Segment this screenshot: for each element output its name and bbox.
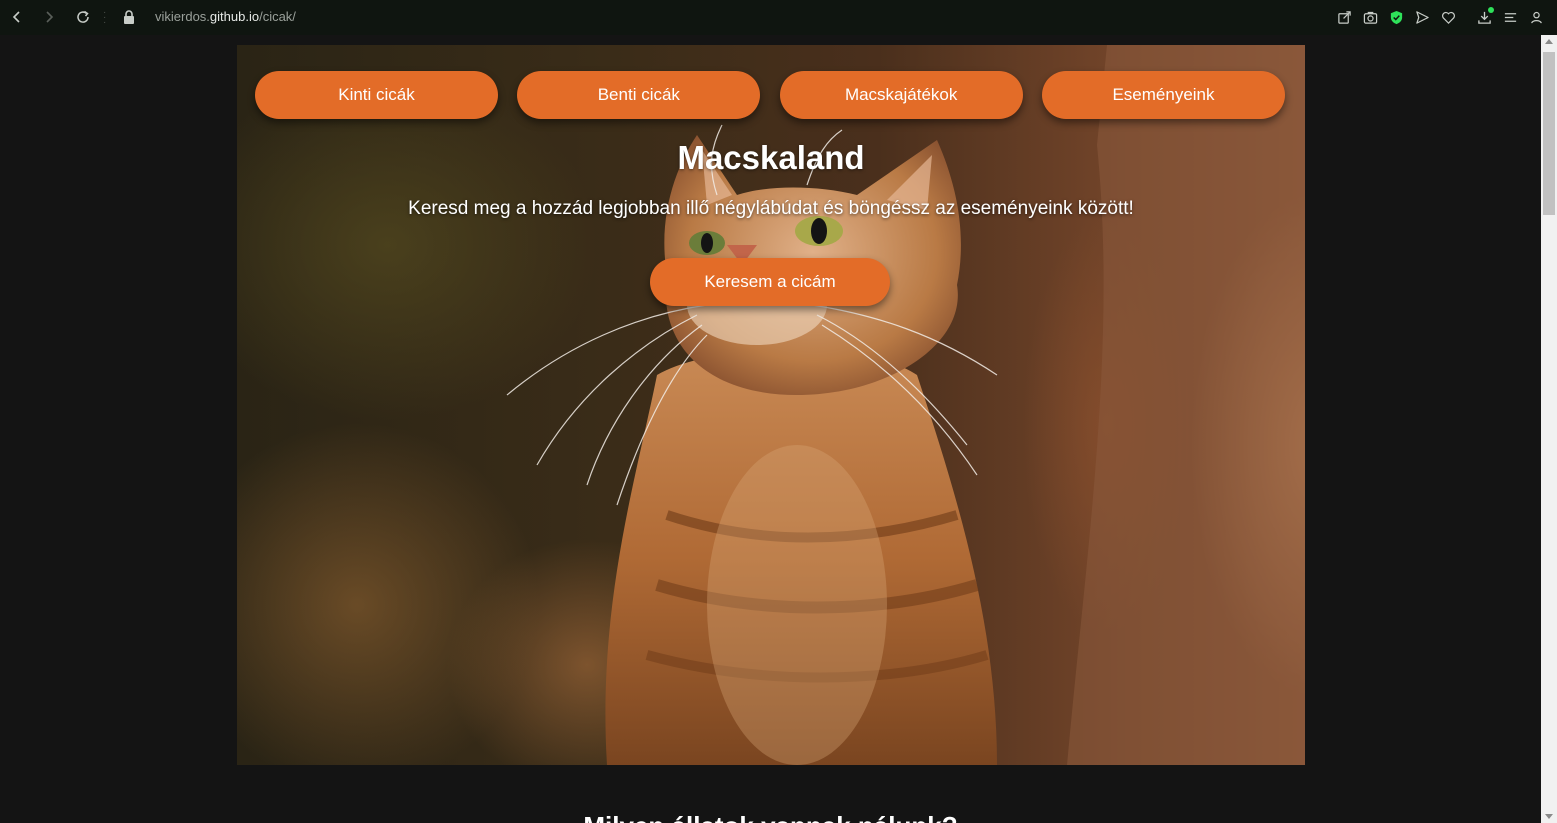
scrollbar[interactable]: [1541, 35, 1557, 823]
camera-icon[interactable]: [1357, 5, 1383, 31]
send-icon[interactable]: [1409, 5, 1435, 31]
separator: · · ·: [103, 7, 107, 28]
main-nav: Kinti cicák Benti cicák Macskajátékok Es…: [255, 71, 1285, 119]
scroll-up-icon[interactable]: [1545, 39, 1553, 44]
download-badge: [1488, 6, 1494, 13]
find-my-cat-button[interactable]: Keresem a cicám: [650, 258, 890, 306]
nav-button-macskajatekok[interactable]: Macskajátékok: [779, 71, 1023, 119]
address-bar[interactable]: vikierdos.github.io/cicak/: [155, 9, 296, 24]
lock-icon[interactable]: [122, 9, 136, 25]
share-icon[interactable]: [1331, 5, 1357, 31]
heart-icon[interactable]: [1435, 5, 1461, 31]
toolbar-actions: [1331, 0, 1549, 35]
section-heading: Milyen állatok vannak nálunk?: [0, 811, 1541, 823]
chevron-right-icon: [46, 11, 54, 23]
url-domain: github.io: [209, 9, 260, 24]
browser-toolbar: · · · vikierdos.github.io/cicak/: [0, 0, 1557, 35]
scroll-down-icon[interactable]: [1545, 814, 1553, 819]
profile-icon[interactable]: [1523, 5, 1549, 31]
url-prefix: vikierdos.: [155, 9, 210, 24]
hero-section: Kinti cicák Benti cicák Macskajátékok Es…: [237, 45, 1305, 765]
shield-icon[interactable]: [1383, 5, 1409, 31]
reload-icon: [77, 10, 89, 23]
page-content: Kinti cicák Benti cicák Macskajátékok Es…: [0, 35, 1541, 823]
back-button[interactable]: [2, 2, 32, 32]
menu-icon[interactable]: [1497, 5, 1523, 31]
scrollbar-thumb[interactable]: [1543, 52, 1555, 215]
nav-button-benti-cicak[interactable]: Benti cicák: [517, 71, 761, 119]
url-path: /cicak/: [259, 9, 296, 24]
chevron-left-icon: [12, 11, 20, 23]
forward-button[interactable]: [34, 2, 64, 32]
hero-subtitle: Keresd meg a hozzád legjobban illő négyl…: [408, 198, 1134, 219]
reload-button[interactable]: [68, 2, 98, 32]
page-title: Macskaland: [677, 139, 865, 176]
download-icon[interactable]: [1471, 5, 1497, 31]
nav-button-esemenyeink[interactable]: Eseményeink: [1041, 71, 1285, 119]
nav-button-kinti-cicak[interactable]: Kinti cicák: [255, 71, 498, 119]
